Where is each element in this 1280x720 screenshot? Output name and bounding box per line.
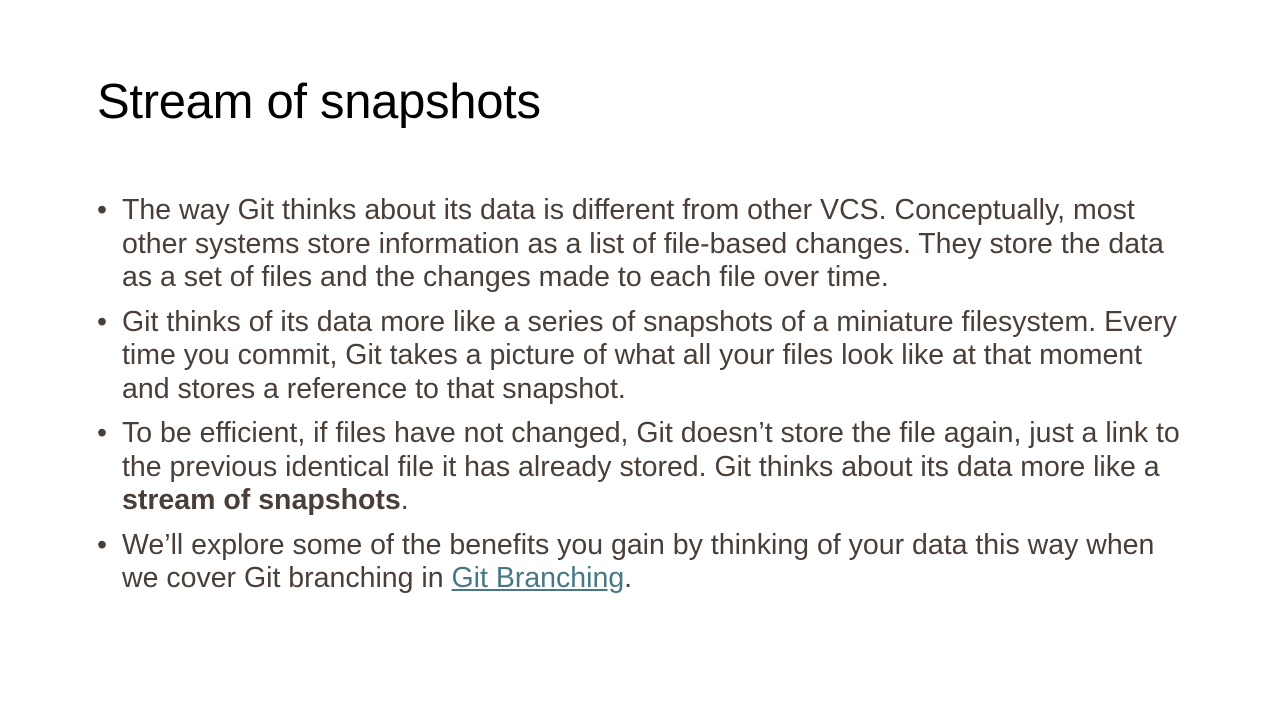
bullet-text: We’ll explore some of the benefits you g…: [122, 528, 1155, 595]
bullet-dot: •: [97, 305, 107, 338]
bullet-dot: •: [97, 194, 107, 226]
bullet-item: • To be efficient, if files have not cha…: [97, 417, 1187, 518]
bullet-text: Git thinks of its data more like a serie…: [122, 305, 1177, 405]
bold-phrase: stream of snapshots: [122, 484, 401, 516]
bullet-dot: •: [97, 528, 107, 561]
bullet-text: To be efficient, if files have not chang…: [122, 417, 1180, 483]
slide-title: Stream of snapshots: [97, 75, 541, 129]
bullet-item: • Git thinks of its data more like a ser…: [97, 306, 1187, 407]
bullet-item: • We’ll explore some of the benefits you…: [97, 529, 1187, 596]
bullet-text-end: .: [400, 484, 409, 516]
bullet-text-end: .: [624, 562, 633, 594]
bullet-item: • The way Git thinks about its data is d…: [97, 194, 1187, 295]
bullet-list: • The way Git thinks about its data is d…: [97, 194, 1187, 607]
bullet-text: The way Git thinks about its data is dif…: [122, 194, 1164, 293]
git-branching-link[interactable]: Git Branching: [452, 562, 625, 594]
bullet-dot: •: [97, 417, 107, 449]
slide: Stream of snapshots • The way Git thinks…: [0, 0, 1280, 720]
